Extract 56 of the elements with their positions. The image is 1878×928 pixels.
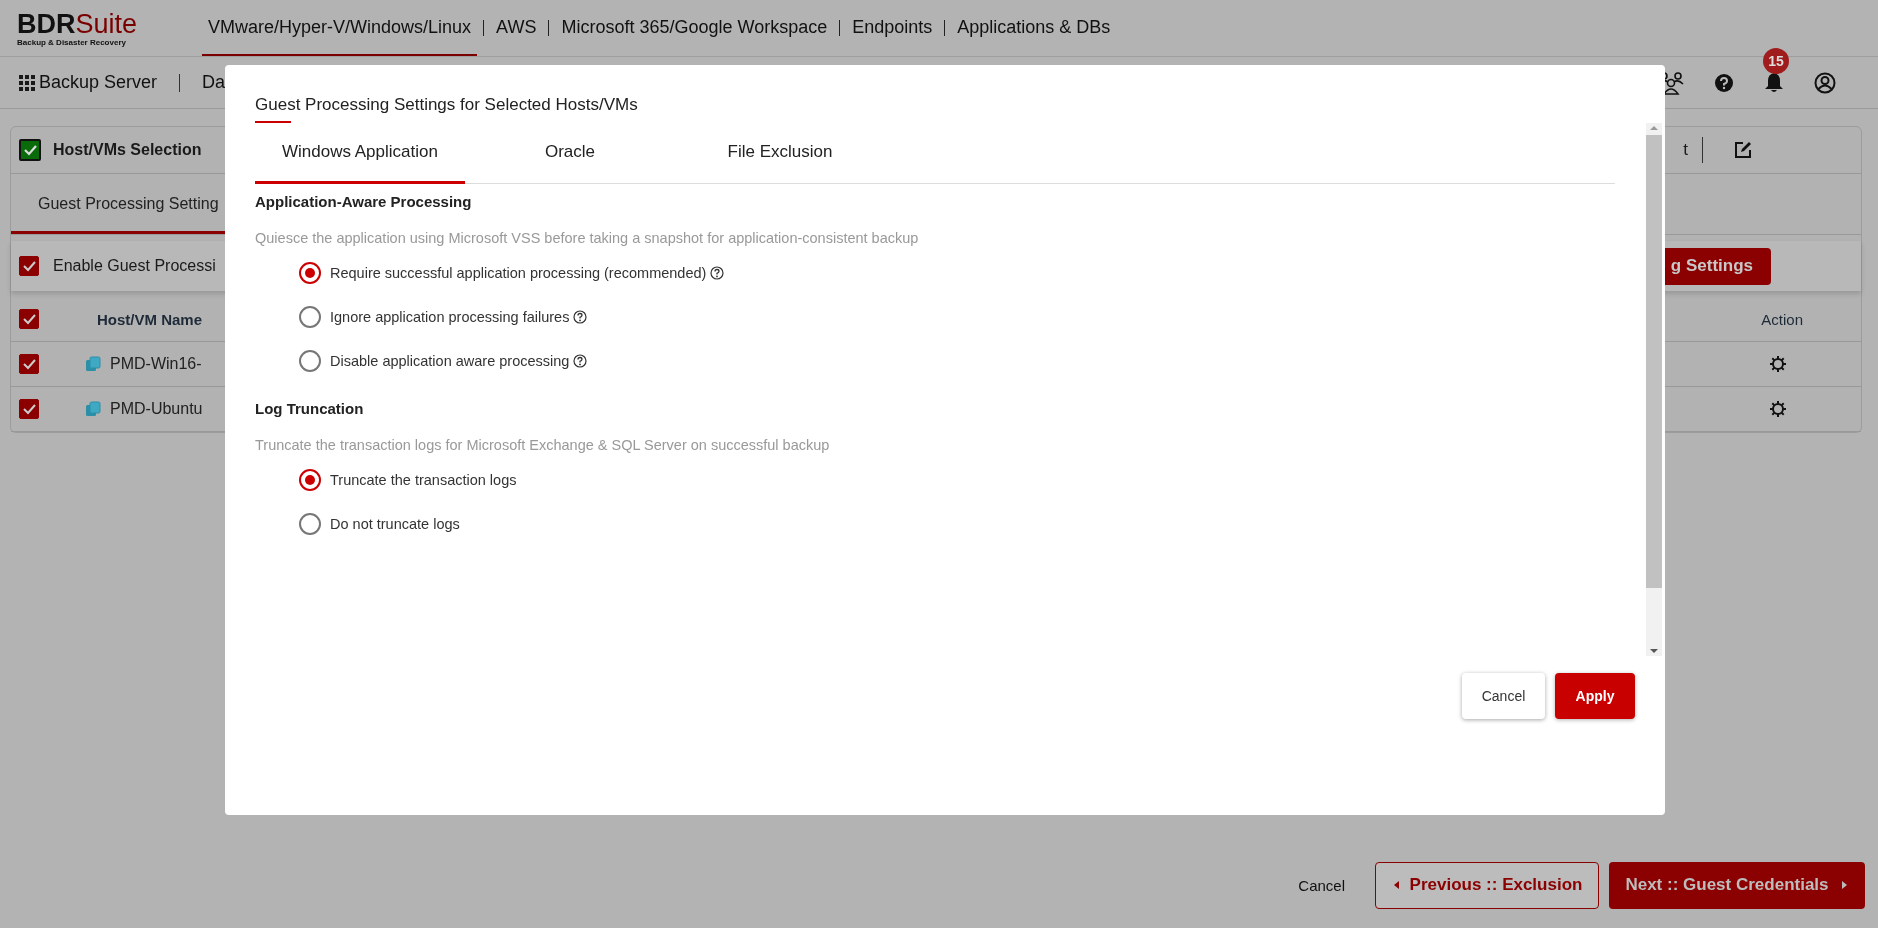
section-description: Truncate the transaction logs for Microsoft Exchange & SQL Server on successful backup — [255, 436, 831, 455]
cancel-button[interactable]: Cancel — [1298, 876, 1345, 894]
brand-tagline: Backup & Disaster Recovery — [17, 37, 127, 47]
column-header: Host/VM Name — [97, 310, 203, 328]
vm-icon — [85, 401, 101, 417]
nav-tab[interactable]: Endpoints — [846, 0, 939, 56]
nav-tab[interactable]: Microsoft 365/Google Workspace — [555, 0, 834, 56]
vm-name: PMD-Ubuntu — [110, 400, 203, 418]
radio-button[interactable] — [299, 513, 321, 535]
bell-icon[interactable] — [1764, 71, 1784, 94]
notification-badge: 15 — [1763, 47, 1789, 74]
option-label[interactable]: Ignore application processing failures — [330, 309, 570, 325]
vm-icon — [85, 356, 101, 372]
option-label[interactable]: Truncate the transaction logs — [330, 472, 517, 488]
row-checkbox[interactable] — [19, 399, 39, 419]
dialog-tab[interactable]: File Exclusion — [675, 123, 885, 184]
radio-button[interactable] — [299, 306, 321, 328]
breadcrumb-item[interactable]: Da — [202, 72, 226, 93]
gear-icon[interactable] — [1769, 400, 1787, 418]
row-checkbox[interactable] — [19, 354, 39, 374]
help-icon[interactable] — [573, 354, 588, 368]
radio-button[interactable] — [299, 350, 321, 372]
next-button[interactable]: Next :: Guest Credentials — [1609, 861, 1865, 909]
enable-label: Enable Guest Processi — [53, 257, 216, 275]
caret-icon — [1840, 880, 1849, 890]
vm-name: PMD-Win16- — [110, 355, 202, 373]
nav-tab[interactable]: Applications & DBs — [951, 0, 1117, 56]
help-icon[interactable] — [1714, 72, 1734, 93]
dialog-tab[interactable]: Windows Application — [255, 123, 465, 184]
option-label[interactable]: Do not truncate logs — [330, 516, 460, 532]
nav-tab[interactable]: AWS — [490, 0, 543, 56]
enable-checkbox[interactable] — [19, 256, 39, 276]
radio-button[interactable] — [299, 469, 321, 491]
radio-button[interactable] — [299, 262, 321, 284]
option-label[interactable]: Disable application aware processing — [330, 353, 570, 369]
option-label[interactable]: Require successful application processing (recommended) — [330, 265, 707, 281]
select-all-checkbox[interactable] — [19, 309, 39, 329]
section-heading: Log Truncation — [255, 399, 365, 419]
dialog-title: Guest Processing Settings for Selected Hosts/VMs — [255, 95, 639, 115]
nav-tab[interactable]: VMware/Hyper-V/Windows/Linux — [202, 0, 478, 56]
apps-grid-icon[interactable] — [19, 74, 35, 91]
column-header: Action — [1761, 310, 1803, 328]
apply-button[interactable]: Apply — [1555, 673, 1635, 719]
step-tab-text[interactable]: t — [1683, 140, 1688, 160]
help-icon[interactable] — [710, 266, 725, 280]
edit-icon[interactable] — [1733, 140, 1753, 160]
scrollbar[interactable] — [1646, 123, 1662, 656]
dialog-cancel-button[interactable]: Cancel — [1462, 673, 1545, 719]
breadcrumb-item[interactable]: Backup Server — [39, 72, 158, 93]
gear-icon[interactable] — [1769, 355, 1787, 373]
previous-button[interactable]: Previous :: Exclusion — [1375, 861, 1599, 909]
step-title: Host/VMs Selection — [53, 141, 202, 159]
user-icon[interactable] — [1814, 71, 1836, 94]
help-icon[interactable] — [573, 310, 588, 324]
brand-logo: BDRSuite — [17, 9, 139, 38]
dialog-tab[interactable]: Oracle — [465, 123, 675, 184]
